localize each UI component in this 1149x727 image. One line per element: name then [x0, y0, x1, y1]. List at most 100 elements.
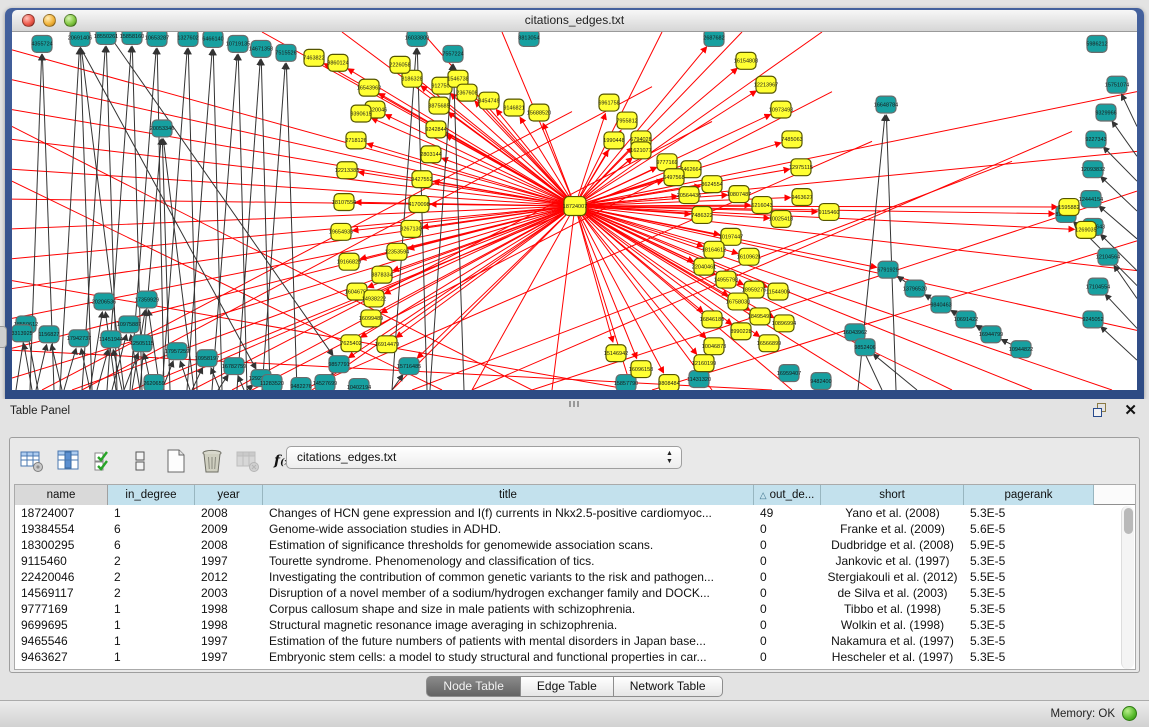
graph-node[interactable]: 10653287 — [145, 32, 169, 46]
graph-node[interactable]: 10402194 — [347, 379, 371, 390]
split-pane-grip[interactable] — [569, 401, 579, 407]
graph-node[interactable]: 12213383 — [335, 162, 359, 179]
close-panel-icon[interactable]: ✕ — [1124, 401, 1137, 419]
graph-node[interactable]: 16782759 — [222, 358, 246, 375]
graph-node[interactable]: 18107554 — [332, 194, 356, 211]
graph-node[interactable]: 4170098 — [408, 196, 429, 213]
tab-edge-table[interactable]: Edge Table — [521, 676, 614, 697]
graph-node[interactable]: 9482400 — [810, 373, 831, 390]
column-header-out_de[interactable]: △out_de... — [754, 485, 821, 505]
graph-node[interactable]: 12444154 — [1079, 191, 1103, 208]
table-row[interactable]: 946362711997Embryonic stem cells: a mode… — [15, 649, 1135, 665]
graph-node[interactable]: 15716485 — [397, 358, 421, 375]
table-row[interactable]: 2242004622012Investigating the contribut… — [15, 569, 1135, 585]
delete-table-icon[interactable] — [198, 447, 226, 475]
graph-node[interactable]: 6216043 — [751, 197, 772, 214]
graph-node[interactable]: 13796520 — [903, 280, 927, 297]
graph-node[interactable]: 1621077 — [630, 142, 651, 159]
graph-node[interactable]: 1156827 — [39, 326, 60, 343]
graph-node[interactable]: 9245052 — [1082, 311, 1103, 328]
graph-node[interactable]: 17104554 — [1086, 278, 1110, 295]
graph-node[interactable]: 6791929 — [877, 261, 898, 278]
graph-node[interactable]: 16648784 — [874, 96, 898, 113]
graph-node[interactable]: 3313925 — [12, 325, 33, 342]
graph-node[interactable]: 8813054 — [518, 32, 539, 46]
table-row[interactable]: 1938455462009Genome-wide association stu… — [15, 521, 1135, 537]
graph-node[interactable]: 9390615 — [350, 105, 371, 122]
graph-node[interactable]: 11431320 — [687, 371, 711, 388]
graph-node[interactable]: 16543962 — [357, 79, 381, 96]
network-view-canvas[interactable]: 4355724206914061855026115858160106532871… — [12, 32, 1137, 390]
graph-node[interactable]: 9146821 — [503, 99, 524, 116]
graph-node[interactable]: 10975887 — [117, 316, 141, 333]
graph-node[interactable]: 7486322 — [691, 207, 712, 224]
graph-node[interactable]: 3875685 — [428, 97, 449, 114]
graph-node[interactable]: 9852406 — [854, 339, 875, 356]
graph-node[interactable]: 18495491 — [748, 308, 772, 325]
graph-node[interactable]: 6497568 — [663, 169, 684, 186]
table-vertical-scrollbar[interactable] — [1121, 506, 1134, 669]
graph-node[interactable]: 6466140 — [202, 32, 223, 47]
graph-node[interactable]: 9808484 — [658, 375, 679, 390]
tool-palette-handle[interactable] — [0, 326, 7, 348]
graph-node[interactable]: 9329966 — [1095, 104, 1116, 121]
graph-node[interactable]: 16099489 — [359, 310, 383, 327]
column-chooser-icon[interactable] — [54, 447, 82, 475]
graph-node[interactable]: 18164612 — [702, 241, 726, 258]
graph-node[interactable]: 8878334 — [371, 266, 392, 283]
table-row[interactable]: 969969511998Structural magnetic resonanc… — [15, 617, 1135, 633]
graph-node[interactable]: 1327602 — [177, 32, 198, 46]
select-columns-icon[interactable] — [90, 447, 118, 475]
graph-node[interactable]: 16096158 — [629, 361, 653, 378]
graph-node[interactable]: 18724007 — [563, 197, 587, 216]
graph-node[interactable]: 12505115 — [130, 335, 154, 352]
graph-node[interactable]: 3624554 — [701, 176, 722, 193]
graph-node[interactable]: 10719135 — [226, 35, 250, 52]
graph-node[interactable]: 16758030 — [726, 293, 750, 310]
graph-node[interactable]: 9840463 — [930, 296, 951, 313]
graph-node[interactable]: 2687682 — [703, 32, 724, 46]
graph-node[interactable]: 8990228 — [730, 323, 751, 340]
graph-node[interactable]: 14671358 — [249, 40, 273, 57]
table-settings-icon[interactable] — [18, 447, 46, 475]
graph-node[interactable]: 7485063 — [781, 131, 802, 148]
graph-node[interactable]: 12160199 — [692, 355, 716, 372]
table-row[interactable]: 977716911998Corpus callosum shape and si… — [15, 601, 1135, 617]
graph-node[interactable]: 16154808 — [734, 52, 758, 69]
graph-node[interactable]: 19166829 — [337, 253, 361, 270]
graph-node[interactable]: 22040461 — [692, 258, 716, 275]
network-window-titlebar[interactable]: citations_edges.txt — [12, 10, 1137, 32]
node-table[interactable]: namein_degreeyeartitle△out_de...shortpag… — [14, 484, 1136, 670]
float-panel-icon[interactable] — [1093, 403, 1109, 418]
graph-node[interactable]: 2803144 — [420, 146, 441, 163]
graph-node[interactable]: 7463822 — [303, 49, 324, 66]
graph-node[interactable]: 10025418 — [769, 211, 793, 228]
graph-node[interactable]: 14938222 — [362, 290, 386, 307]
graph-node[interactable]: 16109621 — [737, 248, 761, 265]
column-header-year[interactable]: year — [195, 485, 263, 505]
graph-node[interactable]: 1990448 — [603, 132, 624, 149]
graph-node[interactable]: 17942737 — [67, 330, 91, 347]
graph-node[interactable]: 12353594 — [385, 243, 409, 260]
graph-node[interactable]: 5986212 — [1086, 35, 1107, 52]
graph-node[interactable]: 15688520 — [527, 104, 551, 121]
table-row[interactable]: 911546021997Tourette syndrome. Phenomeno… — [15, 553, 1135, 569]
graph-node[interactable]: 9115460 — [819, 204, 840, 221]
graph-node[interactable]: 10046873 — [702, 338, 726, 355]
graph-node[interactable]: 2226058 — [389, 56, 410, 73]
tab-node-table[interactable]: Node Table — [426, 676, 521, 697]
graph-node[interactable]: 9227343 — [1085, 131, 1106, 148]
graph-node[interactable]: 15751074 — [1105, 76, 1129, 93]
graph-node[interactable]: 11283520 — [260, 375, 284, 390]
row-options-icon[interactable] — [126, 447, 154, 475]
graph-node[interactable]: 10958197 — [195, 350, 219, 367]
graph-node[interactable]: 10973493 — [769, 101, 793, 118]
scrollbar-thumb[interactable] — [1124, 508, 1133, 534]
graph-node[interactable]: 12093832 — [1081, 161, 1105, 178]
graph-node[interactable]: 20206536 — [92, 293, 116, 310]
graph-node[interactable]: 12213967 — [754, 76, 778, 93]
graph-node[interactable]: 15146942 — [604, 345, 628, 362]
graph-node[interactable]: 16846186 — [700, 311, 724, 328]
table-row[interactable]: 1872400712008Changes of HCN gene express… — [15, 505, 1135, 521]
graph-node[interactable]: 16959407 — [777, 365, 801, 382]
